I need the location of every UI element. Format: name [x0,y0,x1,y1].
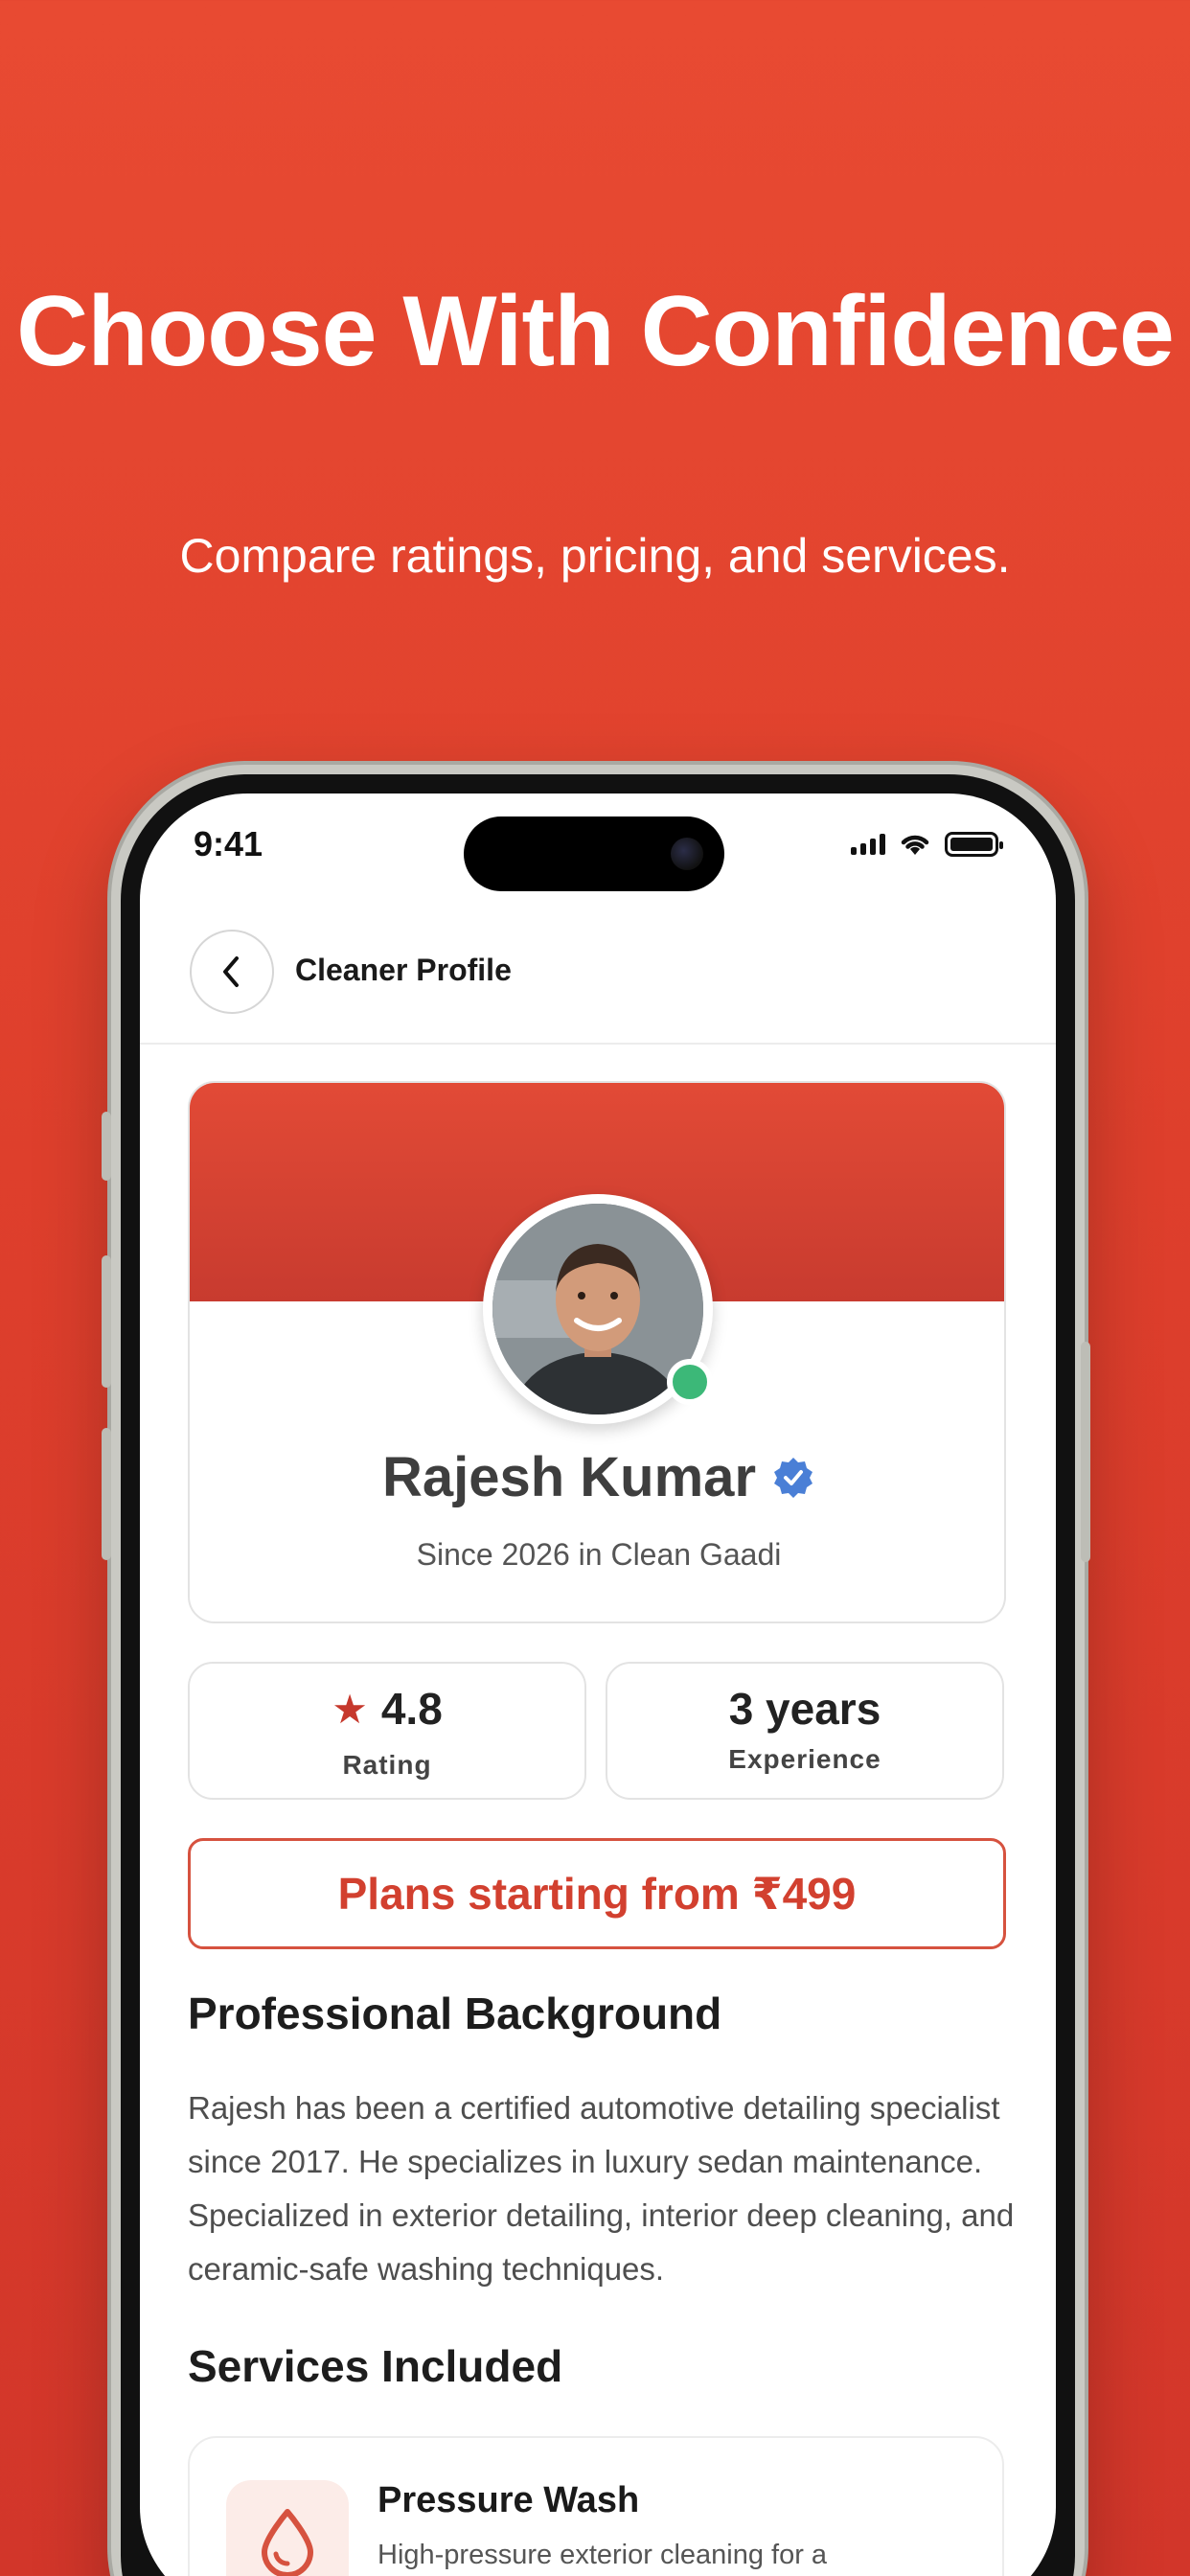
water-drop-icon [262,2509,313,2576]
service-icon-box [226,2480,349,2576]
star-icon: ★ [332,1686,368,1732]
experience-label: Experience [728,1744,881,1774]
rating-card: ★ 4.8 Rating [188,1662,586,1800]
plans-button[interactable]: Plans starting from ₹499 [188,1838,1006,1949]
wifi-icon [901,835,929,855]
battery-icon [945,832,1003,857]
experience-value: 3 years [728,1684,881,1734]
rating-label: Rating [342,1750,432,1780]
back-button[interactable] [190,930,274,1014]
phone-side-button [1081,1342,1090,1562]
services-heading: Services Included [188,2341,563,2391]
background-text: Rajesh has been a certified automotive d… [188,2090,1015,2287]
chevron-left-icon [223,956,239,987]
promo-subtitle: Compare ratings, pricing, and services. [179,529,1011,583]
experience-card: 3 years Experience [606,1662,1004,1800]
service-card[interactable]: Pressure Wash High-pressure exterior cle… [188,2436,1004,2576]
phone-side-button [102,1112,111,1181]
verified-badge-icon [774,1457,813,1498]
dynamic-island [464,816,724,891]
rating-value: 4.8 [380,1684,443,1734]
nav-bar: Cleaner Profile [140,926,1056,1045]
online-status-indicator [667,1359,713,1405]
phone-side-button [102,1428,111,1560]
background-heading: Professional Background [188,1989,722,2038]
profile-name-row: Rajesh Kumar [190,1445,1004,1509]
cellular-signal-icon [851,834,885,855]
status-time: 9:41 [194,824,263,863]
camera-icon [671,838,703,870]
page-title: Cleaner Profile [295,953,512,987]
profile-since: Since 2026 in Clean Gaadi [416,1537,782,1572]
phone-screen: 9:41 Cleaner Profile Rajesh Kumar Since … [140,794,1056,2576]
rating-value-row: ★ 4.8 [190,1683,584,1735]
status-icons [851,832,1003,857]
service-title: Pressure Wash [378,2480,640,2520]
promo-title: Choose With Confidence [16,276,1175,387]
service-description: High-pressure exterior cleaning for a sp… [378,2540,828,2570]
phone-side-button [102,1255,111,1388]
profile-name: Rajesh Kumar [381,1446,757,1508]
profile-card: Rajesh Kumar Since 2026 in Clean Gaadi [188,1081,1006,1623]
